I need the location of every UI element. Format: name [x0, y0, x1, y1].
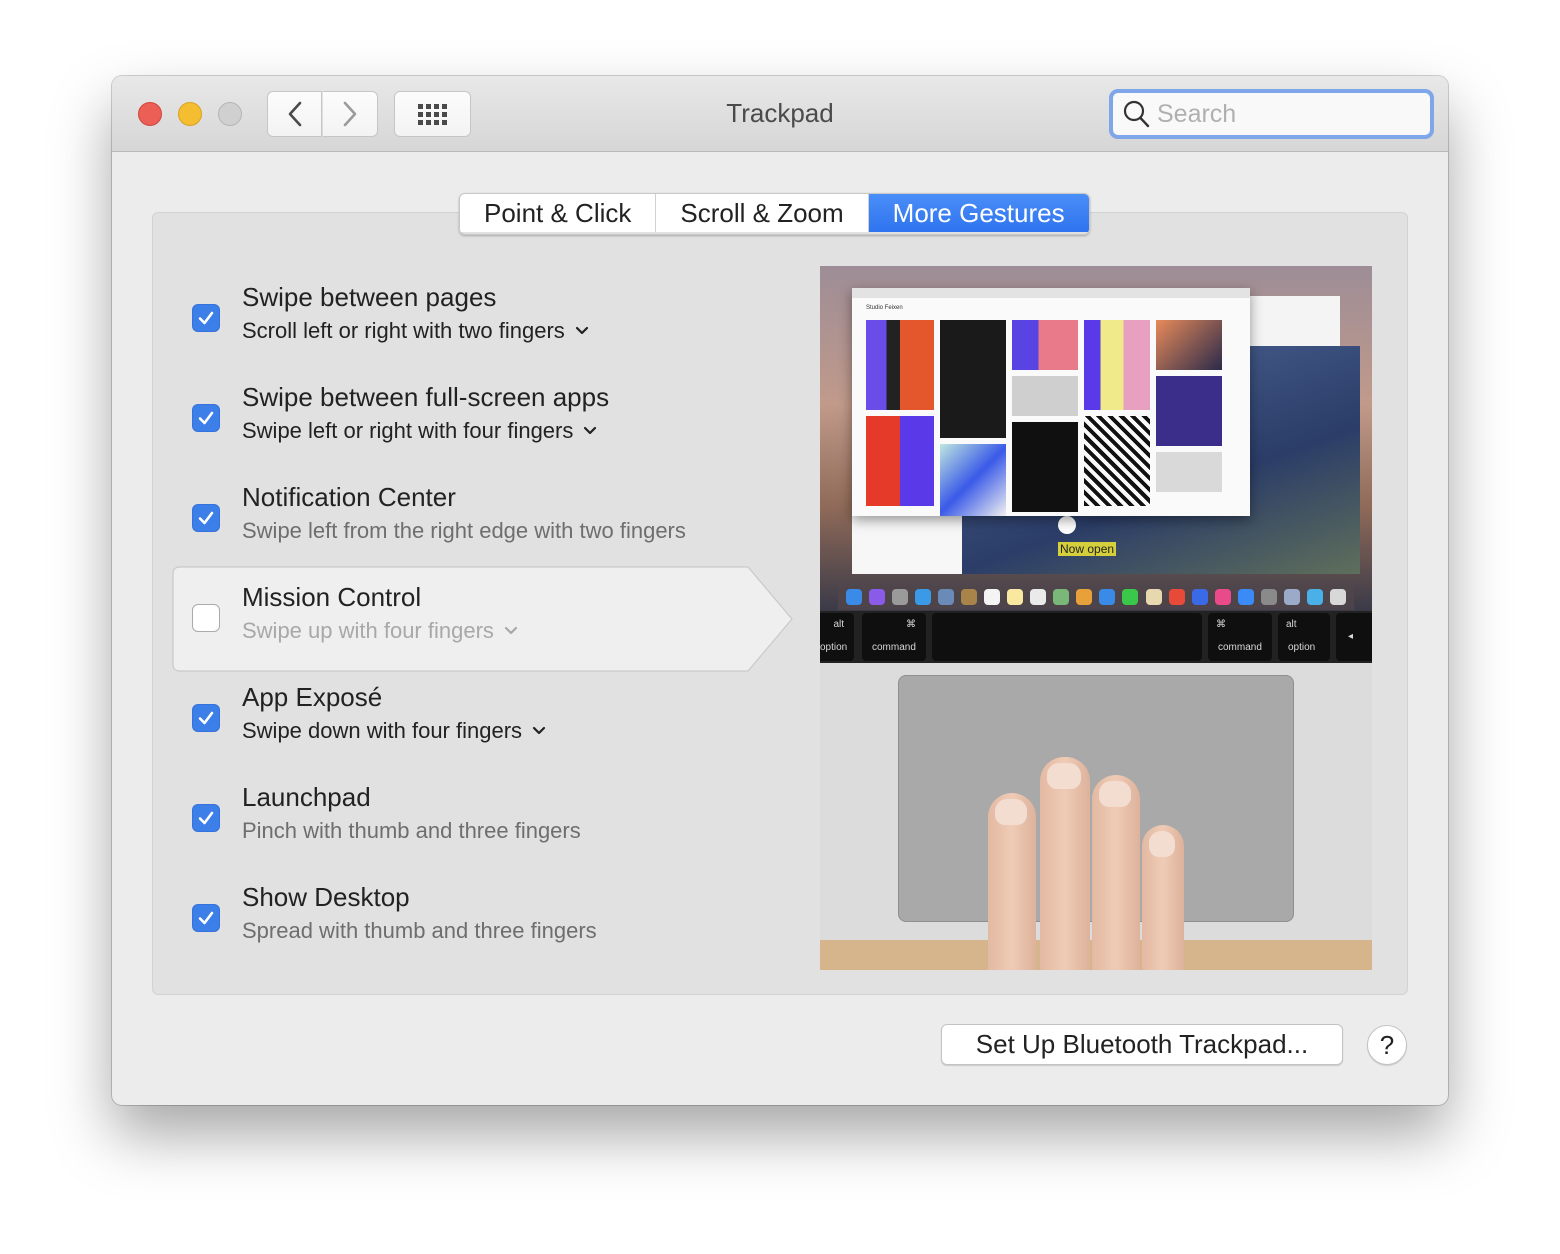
preview-browser-window: Studio Feixen	[852, 288, 1250, 516]
set-up-bluetooth-trackpad-button[interactable]: Set Up Bluetooth Trackpad...	[941, 1024, 1343, 1065]
launchpad-checkbox[interactable]	[192, 804, 220, 832]
search-icon	[1123, 100, 1150, 128]
notification-center-checkbox[interactable]	[192, 504, 220, 532]
gesture-option-dropdown[interactable]: Swipe up with four fingers	[242, 618, 518, 644]
gesture-title: Mission Control	[242, 582, 422, 612]
chevron-down-icon	[575, 326, 588, 335]
gesture-swipe-between-pages[interactable]: Swipe between pages Scroll left or right…	[172, 266, 732, 368]
tab-point-and-click[interactable]: Point & Click	[460, 194, 657, 232]
gesture-mission-control[interactable]: Mission Control Swipe up with four finge…	[172, 566, 793, 672]
key-left-option: alt option	[820, 613, 854, 661]
gesture-option-dropdown[interactable]: Scroll left or right with two fingers	[242, 318, 589, 344]
checkmark-icon	[198, 311, 214, 325]
gesture-app-expose[interactable]: App Exposé Swipe down with four fingers	[172, 666, 732, 768]
gesture-option-label: Swipe left or right with four fingers	[242, 418, 574, 443]
preview-screen: Now open Studio Feixen	[820, 266, 1372, 611]
preview-finger	[1092, 775, 1140, 970]
gesture-preview-video: Now open Studio Feixen alt option ⌘ comm…	[820, 266, 1372, 970]
tab-bar: Point & Click Scroll & Zoom More Gesture…	[459, 193, 1090, 235]
title-bar: Trackpad	[112, 76, 1448, 152]
gesture-option-label: Swipe up with four fingers	[242, 618, 494, 643]
trackpad-preferences-window: Trackpad Point & Click Scroll & Zoom Mor…	[112, 76, 1448, 1105]
gesture-show-desktop[interactable]: Show Desktop Spread with thumb and three…	[172, 866, 732, 968]
checkmark-icon	[198, 911, 214, 925]
key-left-arrow: ◂	[1336, 613, 1372, 661]
gesture-swipe-between-full-screen-apps[interactable]: Swipe between full-screen apps Swipe lef…	[172, 366, 732, 468]
gesture-title: App Exposé	[242, 682, 383, 712]
preview-finger	[1040, 757, 1090, 970]
preview-dock	[838, 584, 1354, 610]
search-input[interactable]	[1155, 98, 1419, 130]
gesture-title: Launchpad	[242, 782, 371, 812]
help-button[interactable]: ?	[1367, 1025, 1407, 1065]
gesture-option-label: Swipe down with four fingers	[242, 718, 523, 743]
gesture-option-dropdown[interactable]: Swipe down with four fingers	[242, 718, 546, 744]
gesture-title: Swipe between pages	[242, 282, 497, 312]
chevron-down-icon	[532, 726, 546, 735]
gesture-option-dropdown[interactable]: Swipe left or right with four fingers	[242, 418, 597, 444]
preview-sidebar-window	[852, 516, 962, 574]
show-desktop-checkbox[interactable]	[192, 904, 220, 932]
key-right-option: alt option	[1278, 613, 1330, 661]
chevron-down-icon	[584, 426, 597, 435]
gesture-title: Swipe between full-screen apps	[242, 382, 610, 412]
preview-keyboard: alt option ⌘ command ⌘ command alt optio…	[820, 611, 1372, 663]
gesture-title: Notification Center	[242, 482, 456, 512]
checkmark-icon	[198, 411, 214, 425]
key-space	[932, 613, 1202, 661]
gesture-description: Pinch with thumb and three fingers	[242, 818, 581, 843]
preview-site-title: Studio Feixen	[866, 305, 903, 311]
gesture-description: Spread with thumb and three fingers	[242, 918, 597, 943]
preview-finger	[988, 793, 1036, 970]
preview-finger	[1142, 825, 1184, 970]
search-field[interactable]	[1109, 89, 1434, 139]
tab-scroll-and-zoom[interactable]: Scroll & Zoom	[656, 194, 869, 232]
mission-control-checkbox[interactable]	[192, 604, 220, 632]
play-icon	[1058, 516, 1076, 534]
gesture-notification-center[interactable]: Notification Center Swipe left from the …	[172, 466, 732, 568]
key-right-command: ⌘ command	[1208, 613, 1272, 661]
preview-laptop-body	[820, 663, 1372, 970]
chevron-down-icon	[504, 626, 518, 635]
gesture-description: Swipe left from the right edge with two …	[242, 518, 686, 543]
checkmark-icon	[198, 711, 214, 725]
key-left-command: ⌘ command	[862, 613, 926, 661]
swipe-between-pages-checkbox[interactable]	[192, 304, 220, 332]
tab-more-gestures[interactable]: More Gestures	[868, 194, 1089, 232]
checkmark-icon	[198, 811, 214, 825]
app-expose-checkbox[interactable]	[192, 704, 220, 732]
gesture-title: Show Desktop	[242, 882, 410, 912]
gesture-option-label: Scroll left or right with two fingers	[242, 318, 565, 343]
checkmark-icon	[198, 511, 214, 525]
swipe-between-full-screen-apps-checkbox[interactable]	[192, 404, 220, 432]
gesture-launchpad[interactable]: Launchpad Pinch with thumb and three fin…	[172, 766, 732, 868]
preview-banner-text: Now open	[1058, 542, 1117, 556]
